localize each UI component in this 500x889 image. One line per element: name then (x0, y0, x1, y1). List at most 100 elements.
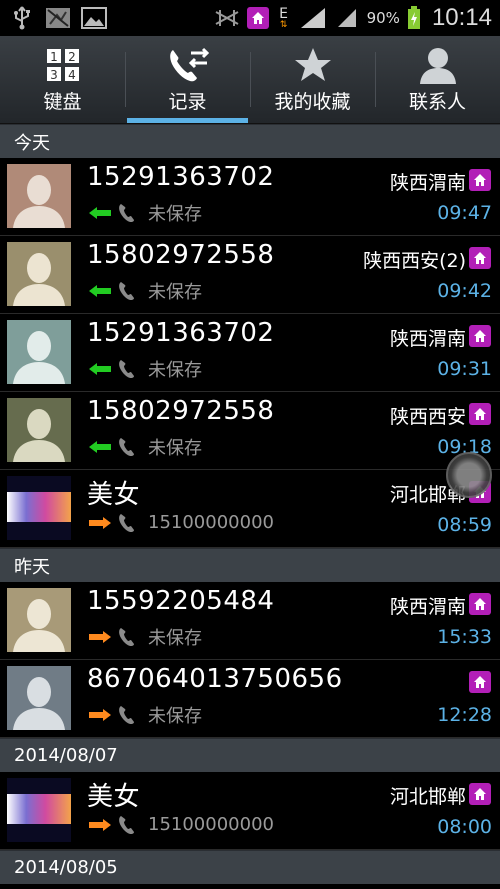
section-header: 昨天 (0, 548, 500, 582)
avatar[interactable] (7, 320, 71, 384)
signal-icon (299, 6, 327, 30)
clock: 10:14 (431, 4, 492, 31)
call-log-row[interactable]: 15291363702 未保存 陕西渭南 09:47 (0, 158, 500, 236)
tab-dialpad-label: 键盘 (43, 91, 82, 113)
avatar[interactable] (7, 476, 71, 540)
caller-name: 美女 (87, 480, 141, 510)
home-icon (469, 247, 491, 269)
call-log-row[interactable]: 15802972558 未保存 陕西西安 09:18 (0, 392, 500, 470)
caller-location: 陕西西安 (389, 406, 466, 428)
no-location-icon (44, 6, 72, 30)
call-detail-text: 未保存 (148, 706, 202, 727)
home-icon (469, 403, 491, 425)
avatar[interactable] (7, 778, 71, 842)
call-time: 09:42 (437, 280, 492, 302)
call-detail: 未保存 (88, 356, 202, 382)
outgoing-call-icon (89, 516, 111, 529)
battery-percent: 90% (366, 9, 400, 27)
call-detail: 未保存 (88, 702, 202, 728)
call-time: 12:28 (437, 704, 492, 726)
caller-location: 陕西西安(2) (363, 250, 466, 272)
home-icon (469, 169, 491, 191)
outgoing-call-icon (89, 818, 111, 831)
person-icon (419, 45, 457, 85)
signal-icon-2 (333, 6, 361, 30)
location-badge (469, 593, 491, 616)
call-detail-text: 未保存 (148, 204, 202, 225)
call-detail: 未保存 (88, 278, 202, 304)
call-detail-text: 未保存 (148, 628, 202, 649)
section-header: 今天 (0, 124, 500, 158)
tab-contacts-label: 联系人 (408, 91, 466, 113)
caller-location: 陕西渭南 (389, 328, 466, 350)
call-detail: 15100000000 (88, 814, 274, 835)
svg-text:3: 3 (50, 68, 58, 82)
incoming-call-icon (89, 363, 111, 375)
section-header: 2014/08/07 (0, 738, 500, 772)
incoming-call-icon (89, 441, 111, 453)
section-header: 2014/08/05 (0, 850, 500, 884)
caller-name: 15291363702 (87, 162, 275, 192)
avatar[interactable] (7, 588, 71, 652)
call-detail: 未保存 (88, 624, 202, 650)
call-log-row[interactable]: 15291363702 未保存 陕西渭南 09:31 (0, 314, 500, 392)
location-badge (469, 403, 491, 426)
phone-icon (119, 204, 134, 222)
avatar[interactable] (7, 666, 71, 730)
phone-icon (119, 815, 134, 834)
tab-favorites[interactable]: 我的收藏 (250, 36, 375, 123)
call-log-row[interactable]: 美女 15100000000 河北邯郸 08:59 (0, 470, 500, 548)
phone-icon (119, 360, 134, 378)
call-detail-text: 未保存 (148, 282, 202, 303)
call-detail: 未保存 (88, 200, 202, 226)
tab-contacts[interactable]: 联系人 (375, 36, 500, 123)
tab-call-log[interactable]: 记录 (125, 36, 250, 123)
call-detail-text: 未保存 (148, 438, 202, 459)
caller-location: 河北邯郸 (389, 786, 466, 808)
tab-call-log-label: 记录 (168, 91, 207, 113)
call-detail: 未保存 (88, 434, 202, 460)
dialpad-icon: 1 2 3 4 (46, 45, 80, 85)
phone-icon (119, 628, 134, 646)
phone-icon (119, 438, 134, 456)
caller-name: 美女 (87, 782, 141, 812)
call-log-row[interactable]: 15802972558 未保存 陕西西安(2) 09:42 (0, 236, 500, 314)
outgoing-call-icon (89, 631, 111, 643)
svg-text:1: 1 (50, 50, 58, 64)
incoming-call-icon (89, 207, 111, 219)
incoming-call-icon (89, 285, 111, 297)
avatar[interactable] (7, 398, 71, 462)
caller-name: 15291363702 (87, 318, 275, 348)
star-icon (294, 45, 332, 85)
caller-name: 867064013750656 (87, 664, 343, 694)
usb-icon (8, 6, 36, 30)
status-bar: E ⇅ 90% 10:14 (0, 0, 500, 36)
svg-text:2: 2 (68, 50, 76, 64)
home-icon (469, 325, 491, 347)
call-log-row[interactable]: 867064013750656 未保存 12:28 (0, 660, 500, 738)
call-time: 08:00 (437, 816, 492, 838)
call-time: 08:59 (437, 514, 492, 536)
call-detail-text: 未保存 (148, 360, 202, 381)
home-icon (469, 671, 491, 693)
tab-dialpad[interactable]: 1 2 3 4 键盘 (0, 36, 125, 123)
assistive-touch-button[interactable] (446, 452, 492, 498)
call-log-row[interactable]: 美女 15100000000 河北邯郸 08:00 (0, 772, 500, 850)
call-time: 09:47 (437, 202, 492, 224)
vibrate-icon (213, 6, 241, 30)
location-badge (469, 783, 491, 806)
call-detail-text: 15100000000 (148, 814, 274, 835)
avatar[interactable] (7, 242, 71, 306)
home-icon (469, 783, 491, 805)
call-log-row[interactable]: 15592205484 未保存 陕西渭南 15:33 (0, 582, 500, 660)
network-type-label: E (279, 5, 289, 22)
phone-icon (119, 706, 134, 724)
avatar[interactable] (7, 164, 71, 228)
call-detail-text: 15100000000 (148, 512, 274, 533)
network-type-icon: E ⇅ (279, 5, 289, 30)
call-log-icon (167, 45, 209, 85)
caller-location: 陕西渭南 (389, 596, 466, 618)
home-icon (469, 593, 491, 615)
phone-icon (119, 513, 134, 532)
call-log-list[interactable]: 今天 15291363702 未保存 陕西渭南 09:47 15802972558 未保存陕… (0, 124, 500, 884)
